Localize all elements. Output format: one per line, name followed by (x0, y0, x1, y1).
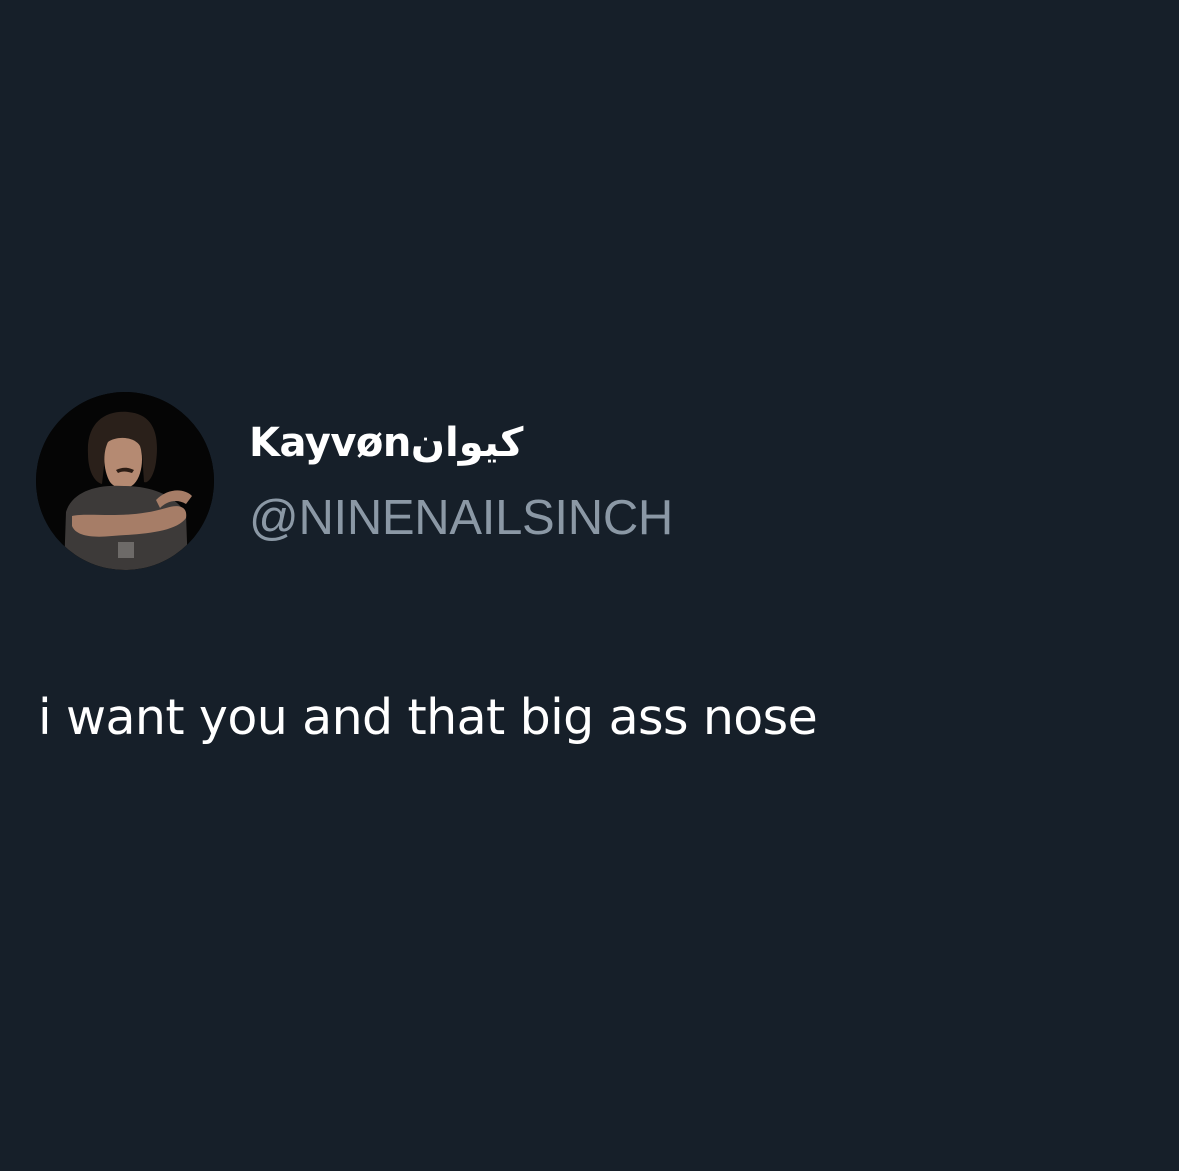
username-handle[interactable]: @NINENAILSINCH (249, 490, 673, 546)
display-name[interactable]: Kayvønکیوان (249, 413, 524, 473)
tweet-text: i want you and that big ass nose (38, 689, 818, 746)
tweet-card: Kayvønکیوان @NINENAILSINCH i want you an… (0, 0, 1179, 1171)
avatar[interactable] (36, 392, 214, 570)
avatar-photo (36, 392, 214, 570)
